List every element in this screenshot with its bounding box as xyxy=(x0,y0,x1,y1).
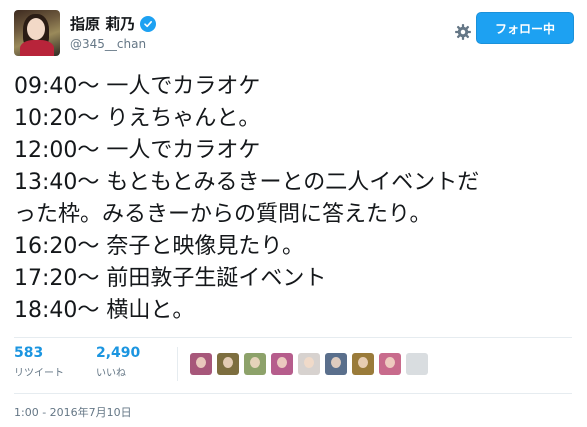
liker-avatar-4[interactable] xyxy=(271,353,293,375)
tweet-stats: 583 リツイート 2,490 いいね xyxy=(14,345,574,385)
like-stat[interactable]: 2,490 いいね xyxy=(96,345,140,379)
tweet-line: 10:20〜 りえちゃんと。 xyxy=(14,106,261,131)
retweet-count: 583 xyxy=(14,345,44,361)
name-row: 指原 莉乃 xyxy=(70,13,157,34)
tweet-line: 13:40〜 もともとみるきーとの二人イベントだ xyxy=(14,170,480,195)
retweet-stat[interactable]: 583 リツイート xyxy=(14,345,64,379)
liker-avatar-8[interactable] xyxy=(379,353,401,375)
liker-avatars xyxy=(190,353,433,375)
stats-top-divider xyxy=(14,337,572,338)
liker-avatar-3[interactable] xyxy=(244,353,266,375)
retweet-label: リツイート xyxy=(14,368,64,379)
liker-avatar-6[interactable] xyxy=(325,353,347,375)
stats-bottom-divider xyxy=(14,393,572,394)
display-name[interactable]: 指原 莉乃 xyxy=(70,13,135,34)
user-avatar[interactable] xyxy=(14,10,60,56)
tweet-line: 09:40〜 一人でカラオケ xyxy=(14,74,261,99)
verified-badge-icon xyxy=(140,15,157,32)
tweet-line: 18:40〜 横山と。 xyxy=(14,298,195,323)
gear-icon[interactable] xyxy=(452,21,474,43)
tweet-header: 指原 莉乃 @345__chan フォロー中 xyxy=(14,10,574,60)
tweet-line: った枠。みるきーからの質問に答えたり。 xyxy=(14,202,432,227)
like-count: 2,490 xyxy=(96,345,141,361)
tweet-text: 09:40〜 一人でカラオケ 10:20〜 りえちゃんと。 12:00〜 一人で… xyxy=(14,71,579,327)
tweet-line: 17:20〜 前田敦子生誕イベント xyxy=(14,266,327,291)
avatar-body xyxy=(20,40,54,56)
user-handle[interactable]: @345__chan xyxy=(70,37,146,51)
like-label: いいね xyxy=(96,368,126,379)
avatar-face xyxy=(27,18,45,40)
liker-avatar-2[interactable] xyxy=(217,353,239,375)
tweet-line: 16:20〜 奈子と映像見たり。 xyxy=(14,234,304,259)
tweet-line: 12:00〜 一人でカラオケ xyxy=(14,138,261,163)
tweet-timestamp[interactable]: 1:00 - 2016年7月10日 xyxy=(14,404,132,420)
following-button[interactable]: フォロー中 xyxy=(476,12,574,44)
liker-avatar-9[interactable] xyxy=(406,353,428,375)
stats-separator xyxy=(177,347,178,381)
liker-avatar-7[interactable] xyxy=(352,353,374,375)
liker-avatar-1[interactable] xyxy=(190,353,212,375)
liker-avatar-5[interactable] xyxy=(298,353,320,375)
